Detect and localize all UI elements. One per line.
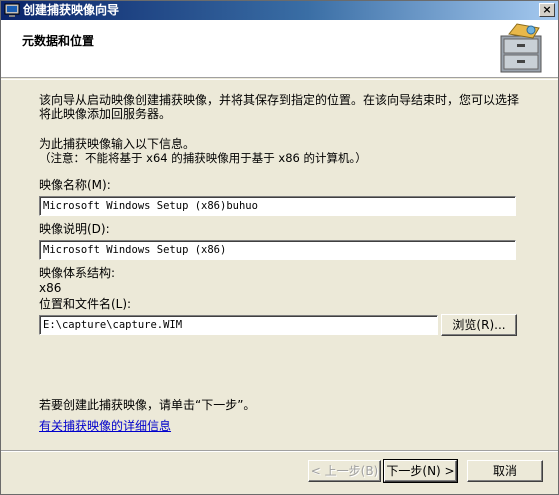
- intro-text: 该向导从启动映像创建捕获映像，并将其保存到指定的位置。在该向导结束时，您可以选择…: [39, 93, 520, 121]
- footer-divider: [1, 450, 558, 452]
- prompt-text: 为此捕获映像输入以下信息。: [39, 137, 196, 151]
- close-button[interactable]: ×: [539, 3, 555, 17]
- computer-monitor-icon: [4, 3, 20, 17]
- image-desc-label: 映像说明(D):: [39, 222, 110, 236]
- image-name-input[interactable]: Microsoft Windows Setup (x86)buhuo: [39, 196, 516, 216]
- file-cabinet-icon: [500, 23, 542, 73]
- wizard-header: 元数据和位置: [1, 20, 558, 78]
- location-input[interactable]: E:\capture\capture.WIM: [39, 315, 438, 335]
- arch-label: 映像体系结构:: [39, 266, 116, 280]
- title-bar[interactable]: 创建捕获映像向导 ×: [1, 1, 558, 20]
- image-name-label: 映像名称(M):: [39, 178, 111, 192]
- cancel-button[interactable]: 取消: [467, 460, 543, 482]
- next-button[interactable]: 下一步(N) >: [383, 459, 458, 483]
- header-divider: [1, 79, 558, 80]
- browse-button[interactable]: 浏览(R)...: [441, 314, 517, 336]
- image-desc-input[interactable]: Microsoft Windows Setup (x86): [39, 240, 516, 260]
- arch-value: x86: [39, 281, 62, 295]
- window-title: 创建捕获映像向导: [23, 3, 120, 17]
- wizard-window: 创建捕获映像向导 × 元数据和位置 该向导从启动映像创建捕获映像，并将其保存到指…: [0, 0, 559, 495]
- location-label: 位置和文件名(L):: [39, 297, 132, 311]
- back-button[interactable]: < 上一步(B): [308, 460, 381, 482]
- note-text: （注意：不能将基于 x64 的捕获映像用于基于 x86 的计算机。）: [39, 151, 367, 165]
- footer-instruction: 若要创建此捕获映像，请单击“下一步”。: [39, 398, 256, 412]
- page-title: 元数据和位置: [22, 34, 95, 48]
- help-link[interactable]: 有关捕获映像的详细信息: [39, 419, 171, 433]
